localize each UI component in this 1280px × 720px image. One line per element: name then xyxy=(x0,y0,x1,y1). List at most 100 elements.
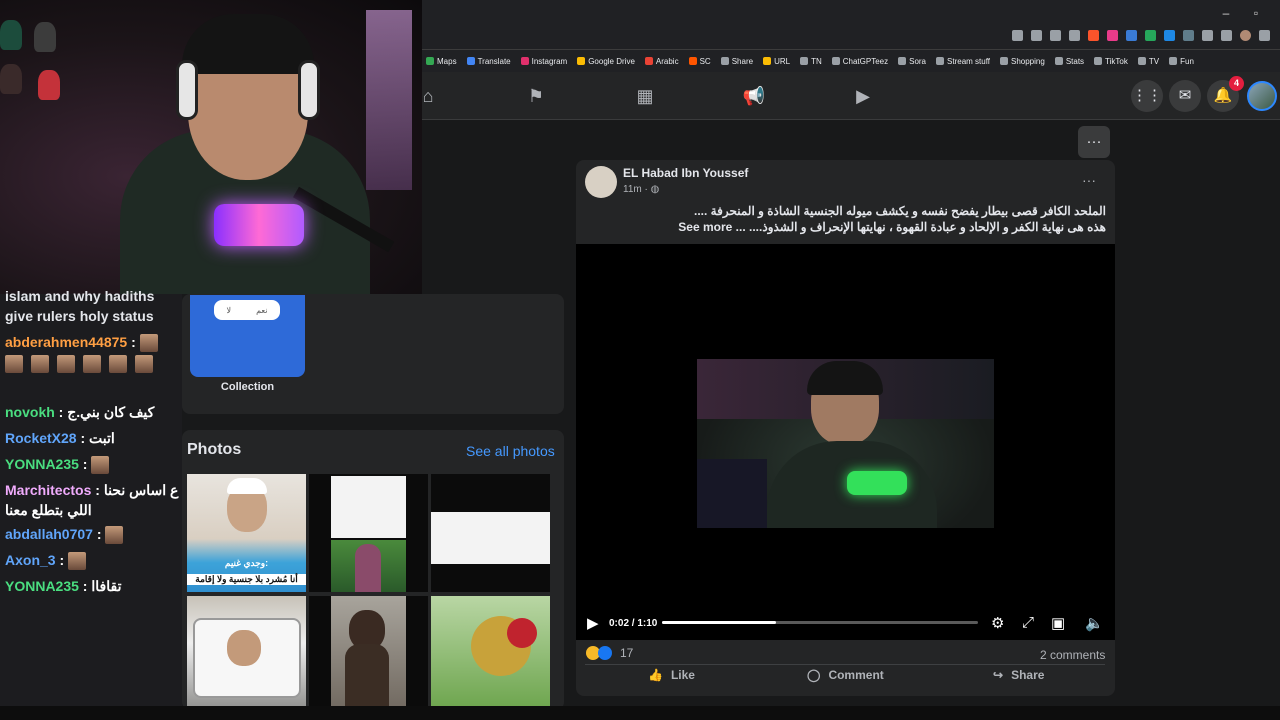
wall-hat xyxy=(34,22,56,52)
extension-blue-icon[interactable] xyxy=(1126,30,1137,41)
chat-username[interactable]: Marchitectos xyxy=(5,482,91,498)
reels-icon[interactable]: ▶ xyxy=(851,84,875,108)
extension-green-icon[interactable] xyxy=(1145,30,1156,41)
bookmark-icon xyxy=(577,57,586,65)
bookmark-item[interactable]: TV xyxy=(1137,57,1159,66)
video-progress-fill xyxy=(662,621,776,624)
extension-translate-icon[interactable] xyxy=(1164,30,1175,41)
bookmark-label: TN xyxy=(811,56,822,66)
photo-3[interactable] xyxy=(431,474,550,592)
rgb-microphone xyxy=(214,204,304,246)
chat-message: YONNA235 : تقافاا xyxy=(5,576,183,596)
bookmark-icon xyxy=(520,57,529,65)
reaction-count: 17 xyxy=(620,646,634,660)
chat-username[interactable]: RocketX28 xyxy=(5,430,77,446)
post-time[interactable]: 11m · ◍ xyxy=(623,184,659,195)
bookmark-item[interactable]: Google Drive xyxy=(577,57,635,66)
share-button[interactable]: ↪ Share xyxy=(993,668,1044,682)
bookmark-icon xyxy=(466,57,475,65)
settings-gear-icon[interactable]: ⚙ xyxy=(991,614,1004,632)
photo-2[interactable] xyxy=(309,474,428,592)
see-all-photos-link[interactable]: See all photos xyxy=(466,443,555,459)
menu-icon[interactable] xyxy=(1259,30,1270,41)
profile-icon[interactable] xyxy=(1240,30,1251,41)
bookmark-item[interactable]: Fun xyxy=(1169,57,1194,66)
wall-hat xyxy=(0,64,22,94)
bookmark-item[interactable]: Translate xyxy=(466,57,511,66)
bookmark-star-icon[interactable] xyxy=(1069,30,1080,41)
bookmark-item[interactable]: SC xyxy=(688,57,711,66)
media-control-icon[interactable] xyxy=(1221,30,1232,41)
bookmark-label: URL xyxy=(774,56,791,66)
streamer-cap xyxy=(182,14,314,74)
chat-message: YONNA235 : xyxy=(5,454,183,475)
comments-count-link[interactable]: 2 comments xyxy=(1040,648,1105,662)
bookmark-item[interactable]: Maps xyxy=(426,57,457,66)
post-author-avatar[interactable] xyxy=(585,166,617,198)
bookmark-item[interactable]: Instagram xyxy=(520,57,567,66)
post-author-name[interactable]: EL Habad Ibn Youssef xyxy=(623,166,748,180)
chat-message: abderahmen44875 : xyxy=(5,332,183,373)
cast-icon[interactable] xyxy=(1012,30,1023,41)
video-progress-bar[interactable] xyxy=(662,621,978,624)
bookmark-item[interactable]: Share xyxy=(720,57,753,66)
bookmark-label: Google Drive xyxy=(588,56,635,66)
like-button[interactable]: 👍 Like xyxy=(648,668,695,682)
post-options-button[interactable]: ··· xyxy=(1082,172,1096,188)
ads-megaphone-icon[interactable]: 📢 xyxy=(742,84,766,108)
chat-username[interactable]: YONNA235 xyxy=(5,578,79,594)
wall-hat xyxy=(38,70,60,100)
photo-5[interactable] xyxy=(309,596,428,714)
see-more-link[interactable]: See more xyxy=(678,220,732,234)
chat-username[interactable]: novokh xyxy=(5,404,55,420)
play-button[interactable]: ▶ xyxy=(587,614,599,632)
restore-button[interactable]: ▫ xyxy=(1246,4,1266,22)
chat-username[interactable]: abderahmen44875 xyxy=(5,334,127,350)
mute-icon[interactable]: 🔈 xyxy=(1085,614,1104,632)
post-text-line2: هذه هى نهاية الكفر و الإلحاد و عبادة الق… xyxy=(735,220,1106,234)
chat-separator: : xyxy=(54,404,68,420)
chat-username[interactable]: Axon_3 xyxy=(5,552,56,568)
share-icon[interactable] xyxy=(1050,30,1061,41)
extension-grey-icon[interactable] xyxy=(1183,30,1194,41)
menu-grid-button[interactable]: ⋮⋮ xyxy=(1131,80,1163,112)
brave-shield-icon[interactable] xyxy=(1088,30,1099,41)
post-time-text: 11m xyxy=(623,184,642,195)
bookmark-item[interactable]: TikTok xyxy=(1094,57,1128,66)
bookmark-item[interactable]: URL xyxy=(763,57,790,66)
photo-6[interactable] xyxy=(431,596,550,714)
comment-button[interactable]: ◯ Comment xyxy=(807,668,884,682)
chat-username[interactable]: abdallah0707 xyxy=(5,526,93,542)
bookmark-item[interactable]: Arabic xyxy=(644,57,679,66)
bookmark-item[interactable]: Sora xyxy=(898,57,926,66)
insights-icon[interactable]: ▦ xyxy=(633,84,657,108)
messenger-button[interactable]: ✉ xyxy=(1169,80,1201,112)
collection-label[interactable]: Collection xyxy=(190,381,305,393)
share-arrow-icon: ↪ xyxy=(993,668,1004,682)
brave-rewards-icon[interactable] xyxy=(1107,30,1118,41)
pill-left-label: لا xyxy=(226,305,232,315)
post-text-line2-container: هذه هى نهاية الكفر و الإلحاد و عبادة الق… xyxy=(588,220,1106,234)
photo-1[interactable]: وجدي غنيم: أنا مُشرد بلا جنسية ولا إقامة xyxy=(187,474,306,592)
minimize-button[interactable]: – xyxy=(1216,4,1236,22)
bookmark-item[interactable]: Shopping xyxy=(1000,57,1045,66)
page-more-button[interactable]: ··· xyxy=(1078,126,1110,158)
stream-chat: islam and why hadiths give rulers holy s… xyxy=(0,288,183,720)
bookmark-item[interactable]: Stream stuff xyxy=(936,57,990,66)
reactions-summary[interactable]: 17 xyxy=(586,646,633,660)
notification-badge: 4 xyxy=(1229,76,1244,91)
chat-username[interactable]: YONNA235 xyxy=(5,456,79,472)
account-avatar[interactable] xyxy=(1247,81,1277,111)
bookmark-label: Maps xyxy=(437,56,457,66)
share-label: Share xyxy=(1011,668,1045,682)
bookmark-label: Sora xyxy=(909,56,927,66)
pages-flag-icon[interactable]: ⚑ xyxy=(524,84,548,108)
picture-in-picture-icon[interactable]: ▣ xyxy=(1051,614,1065,632)
extensions-puzzle-icon[interactable] xyxy=(1202,30,1213,41)
photo-4[interactable] xyxy=(187,596,306,714)
bookmark-item[interactable]: TN xyxy=(800,57,822,66)
bookmark-item[interactable]: ChatGPTeez xyxy=(831,57,888,66)
bookmark-item[interactable]: Stats xyxy=(1054,57,1084,66)
fullscreen-icon[interactable]: ⤢ xyxy=(1022,614,1034,631)
zoom-icon[interactable] xyxy=(1031,30,1042,41)
